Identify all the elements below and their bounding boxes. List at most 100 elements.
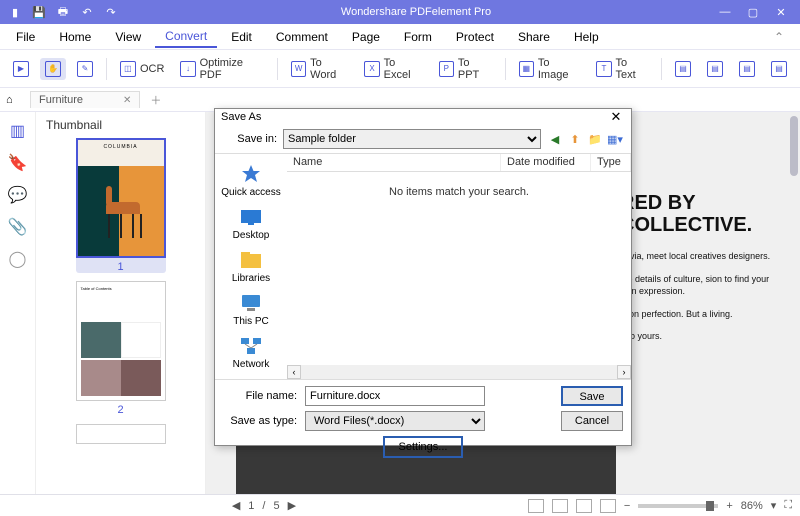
menu-edit[interactable]: Edit — [221, 27, 262, 47]
prev-page-button[interactable]: ◀ — [232, 499, 240, 512]
place-desktop[interactable]: Desktop — [233, 203, 270, 244]
ocr-button[interactable]: ◫OCR — [115, 58, 169, 80]
search-panel-icon[interactable]: ◯ — [9, 250, 27, 268]
view-single-icon[interactable] — [528, 499, 544, 513]
settings-button[interactable]: Settings... — [383, 436, 463, 458]
attachments-panel-icon[interactable]: 📎 — [9, 218, 27, 236]
convert-extra-4[interactable]: ▤ — [766, 58, 792, 80]
thumbnail-panel: Thumbnail COLUMBIA 1 Table of Contents 2 — [36, 112, 206, 494]
to-image-button[interactable]: ▦To Image — [514, 54, 586, 84]
zoom-slider[interactable] — [638, 504, 718, 508]
text-icon: T — [596, 61, 611, 77]
menu-help[interactable]: Help — [564, 27, 609, 47]
cancel-button[interactable]: Cancel — [561, 411, 623, 431]
close-button[interactable]: ✕ — [770, 6, 792, 19]
hand-tool[interactable]: ✋ — [40, 58, 66, 80]
place-this-pc[interactable]: This PC — [233, 289, 269, 330]
collapse-ribbon-icon[interactable]: ⌃ — [764, 30, 794, 44]
place-quick-access[interactable]: Quick access — [221, 160, 280, 201]
convert-toolbar: ▶ ✋ ✎ ◫OCR ↓Optimize PDF WTo Word XTo Ex… — [0, 50, 800, 88]
fullscreen-icon[interactable]: ⛶ — [784, 499, 792, 512]
document-tab[interactable]: Furniture ✕ — [30, 91, 140, 108]
menu-share[interactable]: Share — [508, 27, 560, 47]
save-icon[interactable]: 💾 — [32, 5, 46, 19]
titlebar: ▮ 💾 🖶 ↶ ↷ Wondershare PDFelement Pro — ▢… — [0, 0, 800, 24]
convert-extra-3[interactable]: ▤ — [734, 58, 760, 80]
places-sidebar: Quick access Desktop Libraries This PC N… — [215, 154, 287, 379]
convert-extra-1[interactable]: ▤ — [670, 58, 696, 80]
left-nav-strip: ▥ 🔖 💬 📎 ◯ — [0, 112, 36, 494]
up-icon[interactable]: ⬆ — [567, 131, 583, 147]
convert-extra-2[interactable]: ▤ — [702, 58, 728, 80]
back-icon[interactable]: ◀ — [547, 131, 563, 147]
menu-home[interactable]: Home — [49, 27, 101, 47]
to-text-button[interactable]: TTo Text — [591, 54, 653, 84]
doc-icon: ▤ — [739, 61, 755, 77]
maximize-button[interactable]: ▢ — [742, 6, 764, 19]
place-network[interactable]: Network — [233, 332, 270, 373]
undo-icon[interactable]: ↶ — [80, 5, 94, 19]
save-type-label: Save as type: — [223, 415, 297, 427]
file-list[interactable]: Name Date modified Type No items match y… — [287, 154, 631, 379]
zoom-dropdown-icon[interactable]: ▾ — [771, 499, 777, 512]
dialog-close-icon[interactable]: ✕ — [607, 109, 625, 125]
view-menu-icon[interactable]: ▦▾ — [607, 131, 623, 147]
horizontal-scrollbar[interactable]: ‹ › — [287, 365, 631, 379]
col-type[interactable]: Type — [591, 154, 631, 171]
save-type-dropdown[interactable]: Word Files(*.docx) — [305, 411, 485, 431]
to-excel-button[interactable]: XTo Excel — [359, 54, 427, 84]
vertical-scrollbar[interactable] — [790, 116, 798, 176]
ppt-icon: P — [439, 61, 454, 77]
zoom-out-button[interactable]: − — [624, 500, 630, 512]
save-as-dialog: Save As ✕ Save in: Sample folder ◀ ⬆ 📁 ▦… — [214, 108, 632, 446]
menu-protect[interactable]: Protect — [446, 27, 504, 47]
new-tab-button[interactable]: ＋ — [140, 92, 171, 108]
print-icon[interactable]: 🖶 — [56, 5, 70, 19]
edit-tool[interactable]: ✎ — [72, 58, 98, 80]
col-name[interactable]: Name — [287, 154, 501, 171]
pc-icon — [238, 292, 264, 314]
zoom-in-button[interactable]: + — [726, 500, 732, 512]
menu-comment[interactable]: Comment — [266, 27, 338, 47]
to-ppt-button[interactable]: PTo PPT — [434, 54, 497, 84]
menu-file[interactable]: File — [6, 27, 45, 47]
menu-page[interactable]: Page — [342, 27, 390, 47]
minimize-button[interactable]: — — [714, 6, 736, 19]
new-folder-icon[interactable]: 📁 — [587, 131, 603, 147]
thumbnail-page-3[interactable] — [76, 424, 166, 444]
dialog-title: Save As — [221, 111, 607, 123]
save-button[interactable]: Save — [561, 386, 623, 406]
thumbnail-page-1[interactable]: COLUMBIA 1 — [76, 138, 166, 273]
view-continuous-icon[interactable] — [552, 499, 568, 513]
home-tab-icon[interactable]: ⌂ — [6, 94, 24, 106]
optimize-button[interactable]: ↓Optimize PDF — [175, 54, 269, 84]
bookmarks-panel-icon[interactable]: 🔖 — [9, 154, 27, 172]
scroll-right-icon[interactable]: › — [617, 365, 631, 379]
menubar: File Home View Convert Edit Comment Page… — [0, 24, 800, 50]
scroll-left-icon[interactable]: ‹ — [287, 365, 301, 379]
zoom-value: 86% — [741, 500, 763, 512]
menu-convert[interactable]: Convert — [155, 26, 217, 48]
menu-form[interactable]: Form — [394, 27, 442, 47]
save-in-dropdown[interactable]: Sample folder — [283, 129, 541, 149]
file-name-input[interactable] — [305, 386, 485, 406]
select-tool[interactable]: ▶ — [8, 58, 34, 80]
tab-close-icon[interactable]: ✕ — [123, 95, 131, 106]
view-two-icon[interactable] — [576, 499, 592, 513]
next-page-button[interactable]: ▶ — [288, 499, 296, 512]
page-current[interactable]: 1 — [248, 500, 254, 512]
thumbnail-page-2[interactable]: Table of Contents 2 — [76, 281, 166, 416]
excel-icon: X — [364, 61, 379, 77]
place-libraries[interactable]: Libraries — [232, 246, 270, 287]
libraries-icon — [238, 249, 264, 271]
desktop-icon — [238, 206, 264, 228]
redo-icon[interactable]: ↷ — [104, 5, 118, 19]
star-icon — [238, 163, 264, 185]
doc-icon: ▤ — [707, 61, 723, 77]
thumbnails-panel-icon[interactable]: ▥ — [9, 122, 27, 140]
col-date[interactable]: Date modified — [501, 154, 591, 171]
comments-panel-icon[interactable]: 💬 — [9, 186, 27, 204]
menu-view[interactable]: View — [105, 27, 151, 47]
view-two-cont-icon[interactable] — [600, 499, 616, 513]
to-word-button[interactable]: WTo Word — [286, 54, 353, 84]
